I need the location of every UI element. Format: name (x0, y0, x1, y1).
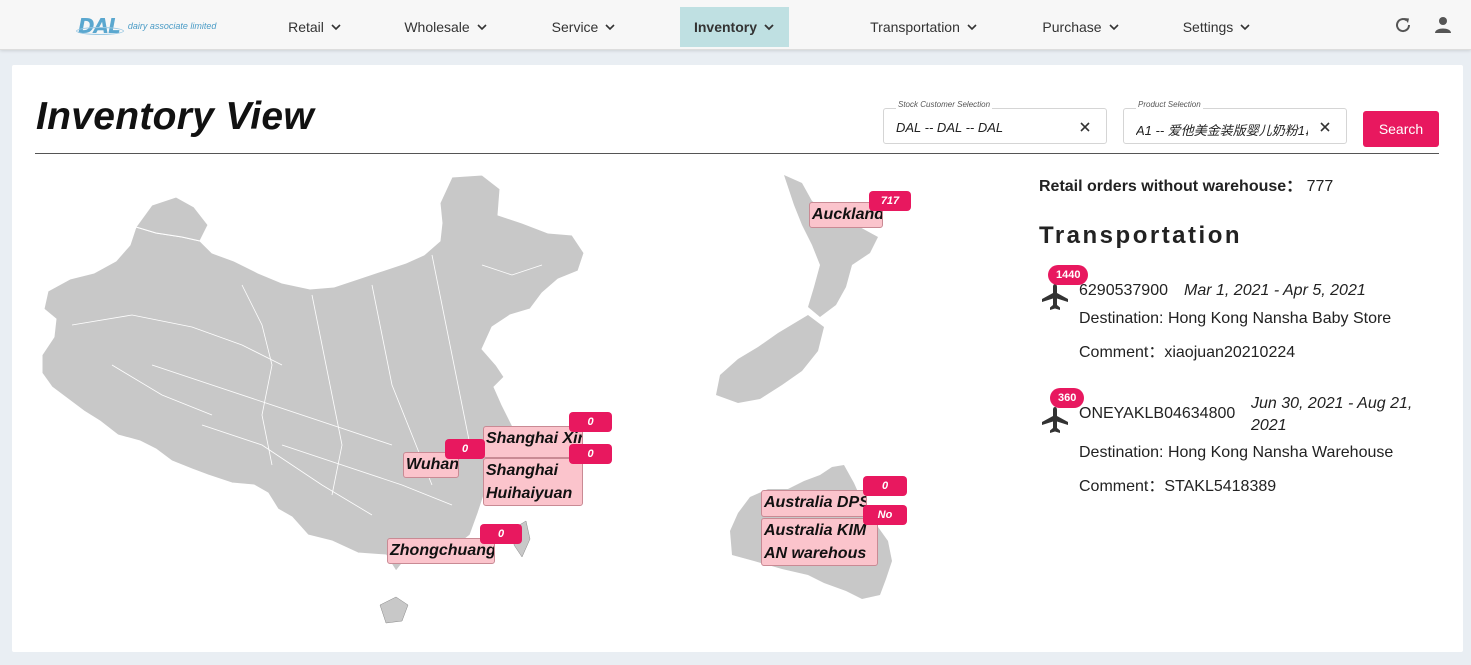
refresh-icon[interactable] (1393, 15, 1413, 35)
retail-orders-value: 777 (1306, 178, 1334, 195)
warehouse-name: Shanghai Xinjia (486, 430, 582, 447)
shipment-id: ONEYAKLB04634800 (1079, 405, 1236, 422)
nav-item-label: Transportation (870, 19, 960, 35)
hainan-island (379, 596, 409, 624)
nav-item-wholesale[interactable]: Wholesale (396, 7, 496, 47)
transportation-title: Transportation (1039, 222, 1243, 249)
chevron-down-icon (1240, 24, 1250, 31)
warehouse-name: Australia KIMAN warehouse (764, 522, 867, 562)
close-icon[interactable] (1318, 120, 1332, 134)
inventory-card: Inventory View Stock Customer Selection … (12, 65, 1463, 652)
chevron-down-icon (331, 24, 341, 31)
shipment-dates: Mar 1, 2021 - Apr 5, 2021 (1184, 282, 1366, 299)
warehouse-name: Australia DPS (764, 494, 867, 511)
chevron-down-icon (1109, 24, 1119, 31)
airplane-icon (1042, 407, 1068, 433)
warehouse-count-badge: 717 (869, 191, 911, 211)
warehouse-count-badge: 0 (569, 444, 612, 464)
shipment-item[interactable]: 1440 6290537900 Mar 1, 2021 - Apr 5, 202… (1040, 265, 1440, 365)
nav-item-label: Retail (288, 19, 324, 35)
shipment-comment: Comment：STAKL5418389 (1079, 478, 1277, 495)
shipment-destination: Destination: Hong Kong Nansha Baby Store (1079, 310, 1392, 327)
shipment-dates: Jun 30, 2021 - Aug 21, 2021 (1251, 395, 1413, 434)
nav-item-label: Wholesale (404, 19, 470, 35)
airplane-icon (1042, 284, 1068, 310)
chevron-down-icon (764, 24, 774, 31)
warehouse-count-badge: 0 (863, 476, 907, 496)
nav-item-transportation[interactable]: Transportation (862, 7, 986, 47)
shipment-id: 6290537900 (1079, 282, 1168, 299)
nav-item-label: Settings (1182, 19, 1234, 35)
user-icon[interactable] (1433, 15, 1453, 35)
new-zealand-south-island (716, 315, 824, 403)
close-icon[interactable] (1078, 120, 1092, 134)
warehouse-count-badge: 0 (569, 412, 612, 432)
nav-item-inventory[interactable]: Inventory (680, 7, 789, 47)
china-map (41, 174, 585, 572)
company-logo[interactable]: DAL dairy associate limited (76, 12, 217, 40)
nav-item-settings[interactable]: Settings (1174, 7, 1260, 47)
nav-item-label: Inventory (693, 19, 757, 35)
nav-item-label: Service (551, 19, 599, 35)
shipment-item[interactable]: 360 ONEYAKLB04634800 Jun 30, 2021 - Aug … (1040, 388, 1440, 498)
product-select[interactable]: Product Selection A1 -- 爱他美金装版婴儿奶粉1段 (1123, 100, 1347, 144)
warehouse-zhongchuang[interactable]: Zhongchuang (387, 538, 495, 564)
warehouse-australia-dps[interactable]: Australia DPS (761, 490, 867, 517)
top-nav: DAL dairy associate limited Retail Whole… (0, 0, 1471, 50)
logo-mark: DAL (76, 14, 124, 38)
shipment-destination: Destination: Hong Kong Nansha Warehouse (1079, 444, 1394, 461)
warehouse-name: Shanghai Huihaiyuan (486, 462, 573, 502)
shipment-comment: Comment：xiaojuan20210224 (1079, 344, 1296, 361)
retail-orders-summary: Retail orders without warehouse： 777 (1039, 172, 1333, 196)
logo-text: dairy associate limited (127, 21, 217, 31)
warehouse-shanghai-xinjia[interactable]: Shanghai Xinjia (483, 426, 583, 458)
warehouse-count-badge: 0 (445, 439, 485, 459)
new-zealand-north-island (784, 175, 878, 317)
search-button[interactable]: Search (1363, 111, 1439, 147)
warehouse-count-badge: No (863, 505, 907, 525)
chevron-down-icon (605, 24, 615, 31)
warehouse-australia-kiman[interactable]: Australia KIMAN warehouse (761, 518, 878, 566)
nav-item-purchase[interactable]: Purchase (1034, 7, 1128, 47)
product-label: Product Selection (1136, 100, 1203, 109)
chevron-down-icon (477, 24, 487, 31)
warehouse-count-badge: 0 (480, 524, 522, 544)
nav-item-label: Purchase (1042, 19, 1102, 35)
product-value: A1 -- 爱他美金装版婴儿奶粉1段 (1136, 123, 1308, 138)
nav-item-retail[interactable]: Retail (280, 7, 350, 47)
retail-orders-label: Retail orders without warehouse： (1039, 178, 1303, 195)
warehouse-name: Zhongchuang (390, 542, 495, 559)
warehouse-shanghai-huihaiyuan[interactable]: Shanghai Huihaiyuan (483, 458, 583, 506)
nav-item-service[interactable]: Service (544, 7, 624, 47)
chevron-down-icon (967, 24, 977, 31)
